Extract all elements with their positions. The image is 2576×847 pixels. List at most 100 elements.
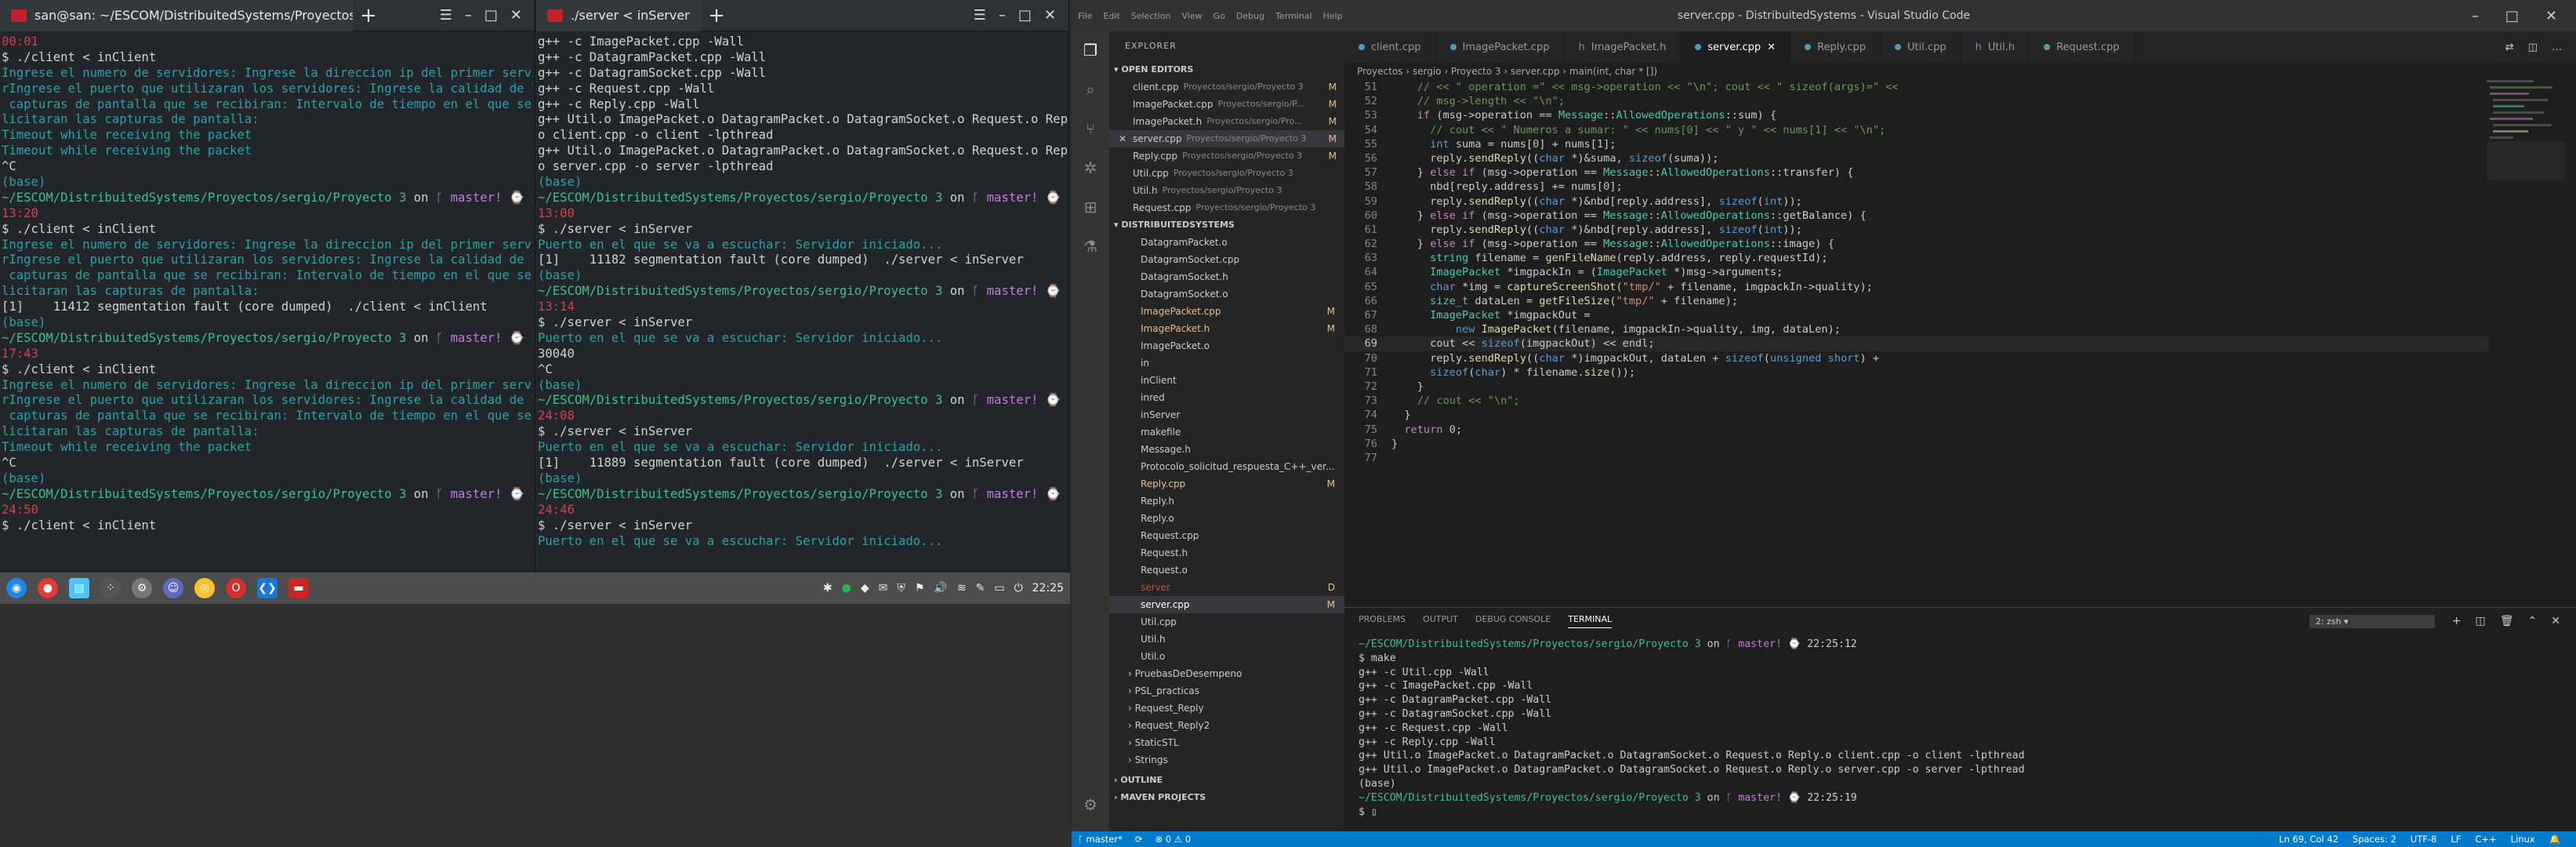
file-tree-item[interactable]: ImagePacket.o (1109, 337, 1344, 354)
close-panel-icon[interactable]: ✕ (2551, 615, 2560, 627)
search-icon[interactable]: ⌕ (1079, 78, 1101, 100)
breadcrumb[interactable]: Proyectos › sergio › Proyecto 3 › server… (1344, 63, 2576, 80)
file-tree-item[interactable]: inServer (1109, 406, 1344, 424)
close-icon[interactable]: ✕ (510, 7, 522, 24)
spotify-icon[interactable]: ● (842, 582, 851, 594)
file-tree-item[interactable]: makefile (1109, 424, 1344, 441)
open-editor-item[interactable]: Util.h Proyectos/sergio/Proyecto 3 (1109, 182, 1344, 199)
file-tree-item[interactable]: DatagramSocket.h (1109, 268, 1344, 285)
open-editor-item[interactable]: ✕ server.cpp Proyectos/sergio/Proyecto 3 M (1109, 130, 1344, 147)
terminal-app-icon[interactable]: ▬ (288, 578, 309, 598)
settings-icon[interactable]: ⚙ (132, 578, 152, 598)
minimap[interactable] (2487, 80, 2565, 237)
maximize-icon[interactable]: □ (484, 7, 498, 24)
open-editor-item[interactable]: Reply.cpp Proyectos/sergio/Proyecto 3 M (1109, 147, 1344, 165)
editor-tab[interactable]: server.cpp ✕ (1681, 31, 1791, 63)
panel-tab-debug-console[interactable]: DEBUG CONSOLE (1475, 614, 1551, 628)
close-tab-icon[interactable]: ✕ (1767, 42, 1776, 53)
terminal-tab[interactable]: ./server < inServer (536, 0, 701, 31)
dropbox-icon[interactable]: ◆ (861, 582, 869, 594)
extensions-icon[interactable]: ⊞ (1079, 196, 1101, 218)
bluetooth-icon[interactable]: ✱ (823, 582, 833, 594)
file-tree-item[interactable]: DatagramPacket.o (1109, 234, 1344, 251)
maximize-icon[interactable]: □ (2505, 8, 2519, 24)
folder-item[interactable]: › PruebasDeDesempeno (1109, 665, 1344, 682)
open-editor-item[interactable]: client.cpp Proyectos/sergio/Proyecto 3 M (1109, 78, 1344, 96)
minimize-icon[interactable]: – (2472, 8, 2479, 24)
file-tree-item[interactable]: Protocolo_solicitud_respuesta_C++_ver... (1109, 458, 1344, 475)
os-indicator[interactable]: Linux (2511, 834, 2535, 845)
code-editor[interactable]: 51 // << " operation =" << msg->operatio… (1344, 80, 2489, 551)
menu-debug[interactable]: Debug (1236, 11, 1264, 21)
problems-count[interactable]: ⊗ 0 ⚠ 0 (1156, 834, 1192, 845)
source-control-icon[interactable]: ⑂ (1079, 118, 1101, 140)
menu-help[interactable]: Help (1323, 11, 1343, 21)
folder-item[interactable]: › Request_Reply2 (1109, 717, 1344, 734)
end-of-line[interactable]: LF (2451, 834, 2461, 845)
maximize-panel-icon[interactable]: ⌃ (2528, 615, 2538, 627)
language-mode[interactable]: C++ (2475, 834, 2496, 845)
git-branch[interactable]: ᚴ master* (1078, 834, 1123, 845)
app-grid-icon[interactable]: ⁘ (100, 578, 121, 598)
file-tree-item[interactable]: ImagePacket.cpp M (1109, 303, 1344, 320)
workspace-header[interactable]: ▾ DISTRIBUITEDSYSTEMS (1109, 216, 1344, 234)
file-tree-item[interactable]: Util.h (1109, 631, 1344, 648)
close-icon[interactable]: ✕ (1044, 7, 1056, 24)
discord-icon[interactable]: ☺ (163, 578, 183, 598)
terminal-output[interactable]: g++ -c ImagePacket.cpp -Wall g++ -c Datag… (536, 31, 1068, 552)
minimap-slider[interactable] (2487, 141, 2565, 180)
menu-edit[interactable]: Edit (1103, 11, 1119, 21)
files-icon[interactable]: ▤ (69, 578, 89, 598)
file-tree-item[interactable]: DatagramSocket.cpp (1109, 251, 1344, 268)
integrated-terminal[interactable]: ~/ESCOM/DistribuitedSystems/Proyectos/se… (1344, 634, 2576, 822)
menu-terminal[interactable]: Terminal (1275, 11, 1312, 21)
sync-icon[interactable]: ⟳ (1135, 834, 1143, 845)
file-tree-item[interactable]: Reply.cpp M (1109, 475, 1344, 493)
encoding[interactable]: UTF-8 (2411, 834, 2437, 845)
power-icon[interactable]: ⏻ (1014, 582, 1023, 594)
more-actions-icon[interactable]: … (2552, 42, 2562, 53)
trash-icon[interactable]: 🗑 (2500, 615, 2514, 627)
terminal-window-client[interactable]: san@san: ~/ESCOM/DistribuitedSystems/Pro… (0, 0, 535, 573)
file-tree-item[interactable]: server.cpp M (1109, 596, 1344, 613)
file-tree-item[interactable]: Message.h (1109, 441, 1344, 458)
minimize-icon[interactable]: – (999, 7, 1006, 24)
panel-tab-output[interactable]: OUTPUT (1423, 614, 1458, 628)
terminal-tab[interactable]: san@san: ~/ESCOM/DistribuitedSystems/Pro… (0, 0, 353, 31)
file-tree-item[interactable]: in (1109, 354, 1344, 372)
chat-icon[interactable]: ✉ (879, 582, 888, 594)
split-terminal-icon[interactable]: ◫ (2476, 615, 2486, 627)
close-icon[interactable]: ✕ (2545, 8, 2557, 24)
menu-selection[interactable]: Selection (1131, 11, 1171, 21)
menu-icon[interactable]: ☰ (974, 7, 986, 24)
open-editor-item[interactable]: ImagePacket.h Proyectos/sergio/Pro... M (1109, 113, 1344, 130)
vscode-icon[interactable]: ❮❯ (257, 578, 278, 598)
maven-header[interactable]: › MAVEN PROJECTS (1109, 789, 1344, 806)
pen-icon[interactable]: ✎ (976, 582, 985, 594)
editor-tab[interactable]: client.cpp (1344, 31, 1436, 63)
menu-icon[interactable]: ☰ (440, 7, 452, 24)
folder-item[interactable]: › Strings (1109, 751, 1344, 769)
new-tab-button[interactable]: + (353, 4, 384, 27)
editor-tab[interactable]: Request.cpp (2030, 31, 2135, 63)
minimize-icon[interactable]: – (465, 7, 472, 24)
panel-tab-terminal[interactable]: TERMINAL (1568, 614, 1613, 628)
compare-icon[interactable]: ⇄ (2505, 42, 2514, 53)
cursor-position[interactable]: Ln 69, Col 42 (2279, 834, 2338, 845)
test-icon[interactable]: ⚗ (1079, 235, 1101, 257)
notification-icon[interactable]: ⚑ (915, 582, 925, 594)
file-tree-item[interactable]: inClient (1109, 372, 1344, 389)
file-tree-item[interactable]: Request.cpp (1109, 527, 1344, 544)
menu-go[interactable]: Go (1214, 11, 1225, 21)
editor-tab[interactable]: h ImagePacket.h (1565, 31, 1682, 63)
close-editor-icon[interactable]: ✕ (1119, 130, 1127, 147)
file-tree-item[interactable]: DatagramSocket.o (1109, 285, 1344, 303)
maximize-icon[interactable]: □ (1018, 7, 1032, 24)
indentation[interactable]: Spaces: 2 (2353, 834, 2396, 845)
menu-file[interactable]: File (1078, 11, 1092, 21)
battery-icon[interactable]: ▭ (994, 582, 1004, 594)
opera-icon[interactable]: O (226, 578, 246, 598)
file-tree-item[interactable]: inred (1109, 389, 1344, 406)
open-editors-header[interactable]: ▾ OPEN EDITORS (1109, 61, 1344, 78)
editor-tab[interactable]: Reply.cpp (1791, 31, 1881, 63)
